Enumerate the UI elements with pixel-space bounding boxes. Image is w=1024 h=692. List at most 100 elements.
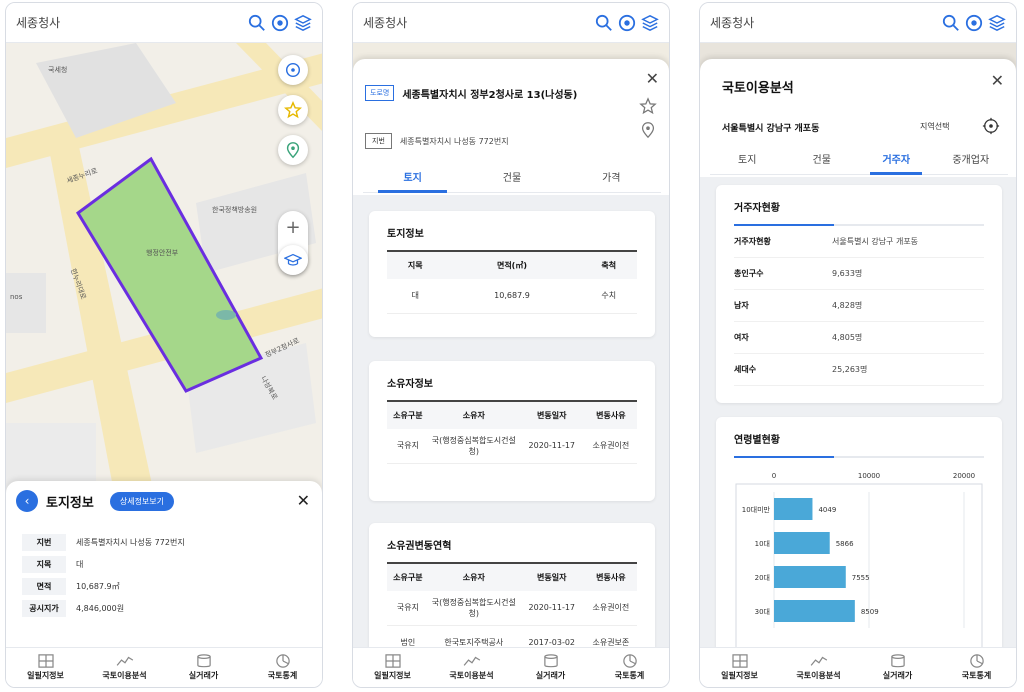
col-header: 지목 xyxy=(387,250,444,279)
layers-icon[interactable] xyxy=(294,14,312,32)
search-icon[interactable] xyxy=(595,14,613,32)
layers-icon[interactable] xyxy=(988,14,1006,32)
close-button[interactable]: ✕ xyxy=(991,71,1004,90)
info-value: 4,846,000원 xyxy=(76,603,125,613)
col-header: 변동일자 xyxy=(518,562,585,591)
map-canvas xyxy=(6,43,322,503)
zoom-in-button[interactable]: + xyxy=(285,217,300,238)
nav-item-stats[interactable]: 국토통계 xyxy=(590,648,669,687)
age-card: 연령별현황 0 10000 20000 10대미만 4049 10대 5866 20대 7555… xyxy=(716,417,1002,649)
cell: 수치 xyxy=(580,279,637,314)
x-tick-label: 10000 xyxy=(858,472,880,480)
screen-land-detail: 세종청사 도로명 세종특별자치시 정부2청사로 13(나성동) 지번 세종특별자… xyxy=(352,2,670,688)
row-key: 거주자현황 xyxy=(734,237,771,246)
back-button[interactable]: ‹ xyxy=(16,490,38,512)
map-view[interactable]: 국세청 세종누리로 한국정책방송원 한누리대로 행정안전부 정부2청사로 나성북… xyxy=(6,43,322,503)
nav-item-analysis[interactable]: 국토이용분석 xyxy=(85,648,164,687)
land-info-sheet: ‹ 토지정보 상세정보보기 ✕ 지번 세종특별자치시 나성동 772번지 지목 대 … xyxy=(6,481,322,651)
nav-label: 일필지정보 xyxy=(721,671,758,680)
education-button[interactable] xyxy=(278,245,308,275)
table-row: 대 10,687.9 수치 xyxy=(387,279,637,314)
search-icon[interactable] xyxy=(942,14,960,32)
cell: 대 xyxy=(387,279,444,314)
y-category-label: 20대 xyxy=(755,574,770,582)
location-icon[interactable] xyxy=(271,14,289,32)
nav-item-stats[interactable]: 국토통계 xyxy=(243,648,322,687)
owner-table: 소유구분 소유자 변동일자 변동사유 국유지 국(행정중심복합도시건설청) 2020-11… xyxy=(387,400,637,464)
info-key: 공시지가 xyxy=(22,599,66,617)
card-title: 소유자정보 xyxy=(387,379,433,390)
map-pin-icon[interactable] xyxy=(639,121,657,139)
grid-icon xyxy=(731,654,748,668)
nav-label: 국토통계 xyxy=(961,671,992,680)
database-icon xyxy=(543,654,558,668)
tab-broker[interactable]: 중개업자 xyxy=(934,149,1009,174)
grid-icon xyxy=(37,654,54,668)
close-button[interactable]: ✕ xyxy=(297,491,310,510)
row-key: 여자 xyxy=(734,333,749,342)
nav-item-analysis[interactable]: 국토이용분석 xyxy=(779,648,858,687)
table-row: 국유지 국(행정중심복합도시건설청) 2020-11-17 소유권이전 xyxy=(387,429,637,464)
age-bar-chart: 0 10000 20000 10대미만 4049 10대 5866 20대 7555 30대 850… xyxy=(735,472,983,649)
cell: 국(행정중심복합도시건설청) xyxy=(428,591,519,626)
star-icon xyxy=(284,101,302,119)
graduation-cap-icon xyxy=(284,253,302,266)
card-underline xyxy=(734,224,984,226)
col-header: 변동사유 xyxy=(584,400,637,429)
card-title: 연령별현황 xyxy=(734,435,780,446)
top-bar: 세종청사 xyxy=(6,3,322,43)
map-label: 행정안전부 xyxy=(146,249,179,257)
crosshair-icon xyxy=(285,62,301,78)
nav-label: 국토이용분석 xyxy=(449,671,494,680)
info-row: 공시지가 4,846,000원 xyxy=(6,597,322,619)
tab-land[interactable]: 토지 xyxy=(710,149,785,174)
nav-item-price[interactable]: 실거래가 xyxy=(858,648,937,687)
nav-item-parcel[interactable]: 일필지정보 xyxy=(6,648,85,687)
nav-label: 국토통계 xyxy=(267,671,298,680)
region-select-button[interactable]: 지역선택 xyxy=(920,121,949,132)
nav-label: 국토통계 xyxy=(614,671,645,680)
close-button[interactable]: ✕ xyxy=(646,69,659,88)
cell: 소유권이전 xyxy=(584,429,637,464)
detail-tabs: 토지 건물 가격 xyxy=(363,167,661,193)
bottom-nav: 일필지정보 국토이용분석 실거래가 국토통계 xyxy=(353,647,669,687)
nav-item-price[interactable]: 실거래가 xyxy=(164,648,243,687)
star-icon[interactable] xyxy=(639,97,657,115)
screen-map: 세종청사 국세청 세종누리로 한국정책방송원 한누리대로 행정안전부 정부2청사… xyxy=(5,2,323,688)
y-category-label: 10대미만 xyxy=(742,505,771,514)
crosshair-icon[interactable] xyxy=(982,117,1000,135)
nav-item-stats[interactable]: 국토통계 xyxy=(937,648,1016,687)
tab-land[interactable]: 토지 xyxy=(363,167,462,193)
lot-badge: 지번 xyxy=(365,133,392,149)
map-pin-button[interactable] xyxy=(278,135,308,165)
row-value: 4,828명 xyxy=(832,301,863,310)
location-icon[interactable] xyxy=(618,14,636,32)
nav-item-parcel[interactable]: 일필지정보 xyxy=(353,648,432,687)
database-icon xyxy=(196,654,211,668)
nav-item-parcel[interactable]: 일필지정보 xyxy=(700,648,779,687)
info-key: 면적 xyxy=(22,577,66,595)
resident-row: 세대수 25,263명 xyxy=(734,354,984,386)
nav-item-analysis[interactable]: 국토이용분석 xyxy=(432,648,511,687)
info-row: 면적 10,687.9㎡ xyxy=(6,575,322,597)
col-header: 소유자 xyxy=(428,562,519,591)
card-title: 토지정보 xyxy=(387,229,424,240)
favorite-button[interactable] xyxy=(278,95,308,125)
cell: 국(행정중심복합도시건설청) xyxy=(428,429,519,464)
detail-button[interactable]: 상세정보보기 xyxy=(109,491,175,511)
tab-price[interactable]: 가격 xyxy=(562,167,661,192)
tab-building[interactable]: 건물 xyxy=(785,149,860,174)
bar xyxy=(774,498,813,520)
layers-icon[interactable] xyxy=(641,14,659,32)
nav-item-price[interactable]: 실거래가 xyxy=(511,648,590,687)
gps-button[interactable] xyxy=(278,55,308,85)
database-icon xyxy=(890,654,905,668)
top-bar: 세종청사 xyxy=(353,3,669,43)
x-tick-label: 0 xyxy=(772,472,776,480)
row-key: 세대수 xyxy=(734,365,757,374)
search-icon[interactable] xyxy=(248,14,266,32)
tab-building[interactable]: 건물 xyxy=(462,167,561,192)
location-icon[interactable] xyxy=(965,14,983,32)
tab-resident[interactable]: 거주자 xyxy=(859,149,934,175)
col-header: 면적(㎡) xyxy=(443,250,581,279)
